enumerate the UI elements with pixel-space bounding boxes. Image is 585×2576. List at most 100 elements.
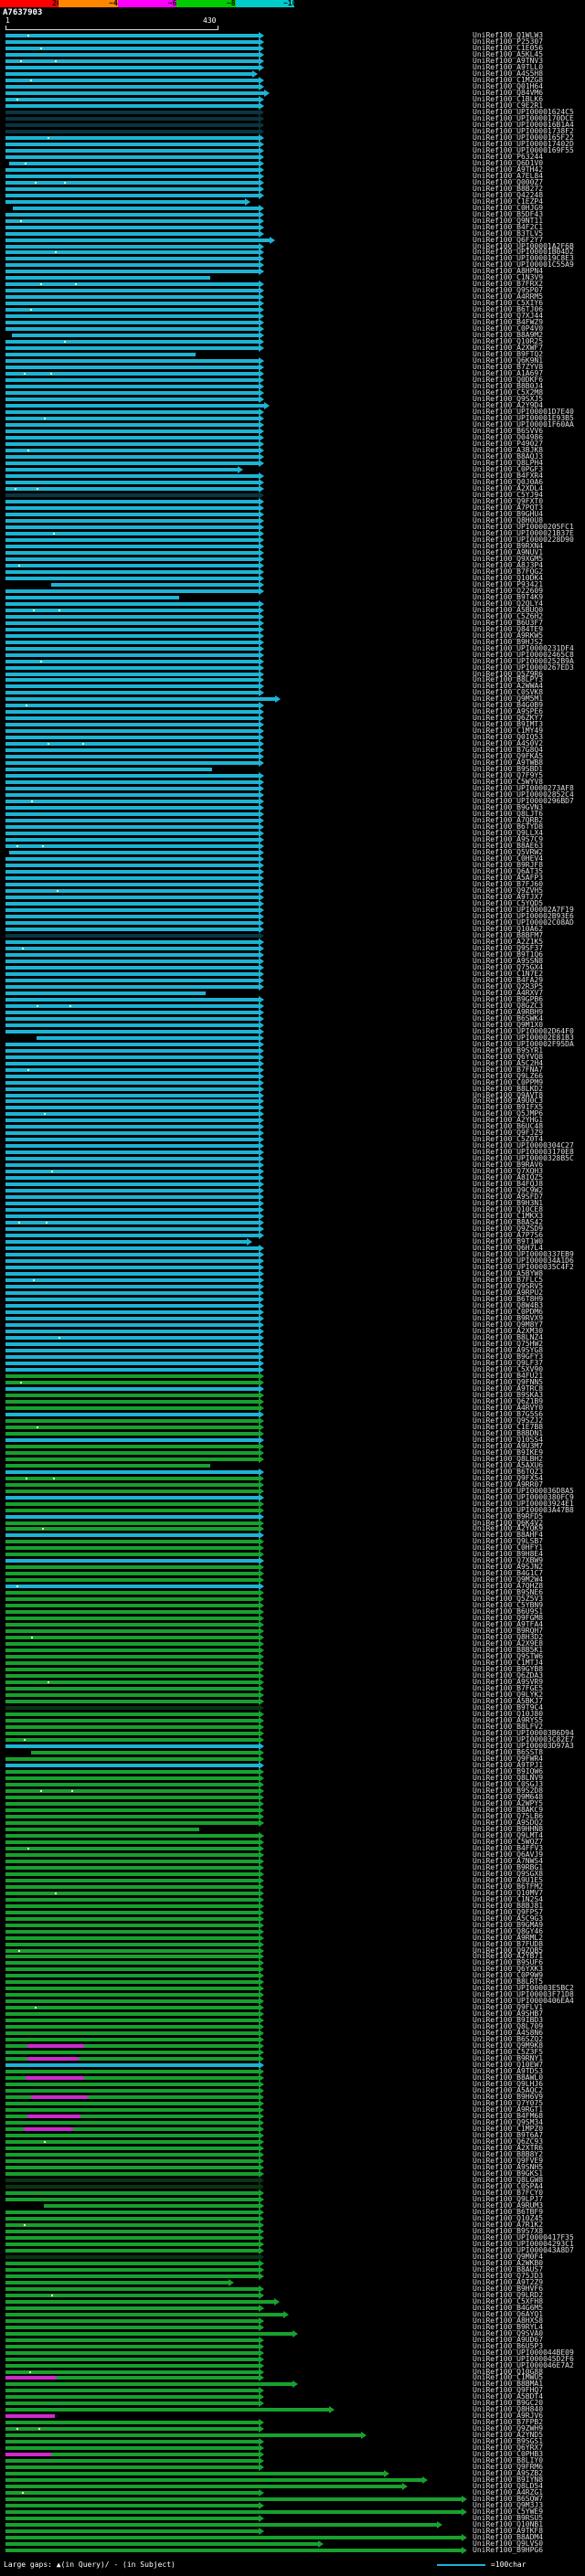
- alignment-bar[interactable]: [5, 1949, 259, 1953]
- alignment-bar[interactable]: [5, 1604, 259, 1607]
- alignment-bar[interactable]: [5, 538, 259, 542]
- alignment-bar[interactable]: [5, 2249, 259, 2253]
- alignment-bar[interactable]: [5, 1157, 259, 1161]
- alignment-bar[interactable]: [5, 91, 264, 95]
- alignment-bar[interactable]: [5, 1310, 259, 1314]
- alignment-bar[interactable]: [5, 998, 259, 1002]
- alignment-bar[interactable]: [5, 1240, 247, 1244]
- alignment-bar[interactable]: [5, 1815, 259, 1818]
- alignment-bar[interactable]: [5, 2108, 259, 2112]
- alignment-bar[interactable]: [5, 72, 252, 76]
- alignment-bar[interactable]: [5, 1227, 259, 1231]
- alignment-bar[interactable]: [13, 207, 259, 210]
- alignment-bar[interactable]: [5, 2523, 437, 2527]
- alignment-bar[interactable]: [5, 596, 179, 599]
- alignment-bar[interactable]: [5, 1272, 259, 1276]
- alignment-bar[interactable]: [5, 684, 259, 688]
- alignment-bar[interactable]: [5, 2332, 292, 2336]
- alignment-bar[interactable]: [5, 1693, 259, 1697]
- alignment-bar[interactable]: [5, 2370, 259, 2374]
- alignment-bar[interactable]: [5, 1930, 259, 1934]
- alignment-bar[interactable]: [5, 1993, 259, 1997]
- alignment-bar[interactable]: [5, 1049, 259, 1053]
- alignment-bar[interactable]: [5, 1234, 259, 1237]
- alignment-bar[interactable]: [5, 2510, 462, 2514]
- alignment-bar[interactable]: [5, 1336, 259, 1340]
- alignment-bar[interactable]: [5, 1304, 259, 1308]
- alignment-bar[interactable]: [5, 2491, 259, 2495]
- alignment-bar[interactable]: [5, 525, 259, 529]
- alignment-bar[interactable]: [5, 1470, 259, 1474]
- alignment-bar[interactable]: [5, 1917, 259, 1921]
- alignment-bar[interactable]: [5, 1642, 259, 1646]
- alignment-bar[interactable]: [5, 1974, 259, 1977]
- alignment-bar[interactable]: [5, 800, 259, 803]
- alignment-bar[interactable]: [5, 1023, 259, 1027]
- alignment-bar[interactable]: [5, 819, 259, 822]
- alignment-bar[interactable]: [5, 634, 259, 638]
- alignment-bar[interactable]: [5, 812, 259, 816]
- alignment-bar[interactable]: [5, 838, 259, 842]
- alignment-bar[interactable]: [5, 691, 259, 694]
- alignment-bar[interactable]: [5, 1004, 259, 1008]
- alignment-bar[interactable]: [5, 2153, 259, 2157]
- alignment-bar[interactable]: [5, 1783, 259, 1786]
- alignment-bar[interactable]: [5, 1732, 259, 1735]
- alignment-bar[interactable]: [5, 1458, 259, 1461]
- alignment-bar[interactable]: [5, 282, 259, 286]
- alignment-bar[interactable]: [5, 1911, 259, 1914]
- alignment-bar[interactable]: [5, 257, 259, 260]
- alignment-bar[interactable]: [5, 2198, 259, 2201]
- alignment-bar[interactable]: [5, 876, 259, 880]
- alignment-bar[interactable]: [5, 270, 259, 273]
- alignment-bar[interactable]: [5, 2223, 259, 2227]
- alignment-bar[interactable]: [5, 1445, 259, 1448]
- alignment-bar[interactable]: [5, 1374, 259, 1378]
- alignment-bar[interactable]: [5, 615, 259, 619]
- alignment-bar[interactable]: [5, 1591, 259, 1595]
- alignment-bar[interactable]: [5, 1298, 259, 1301]
- alignment-bar[interactable]: [5, 1131, 259, 1135]
- alignment-bar-segment[interactable]: [5, 2376, 57, 2380]
- alignment-bar[interactable]: [5, 175, 259, 178]
- alignment-bar[interactable]: [5, 928, 259, 931]
- alignment-bar[interactable]: [5, 947, 259, 950]
- alignment-bar[interactable]: [5, 1821, 259, 1825]
- alignment-bar[interactable]: [5, 1898, 259, 1902]
- alignment-bar[interactable]: [5, 111, 259, 114]
- alignment-bar[interactable]: [5, 385, 259, 388]
- alignment-bar[interactable]: [5, 2338, 259, 2342]
- alignment-bar[interactable]: [5, 1017, 259, 1021]
- alignment-bar[interactable]: [5, 1451, 259, 1455]
- alignment-bar[interactable]: [5, 1943, 259, 1946]
- alignment-bar[interactable]: [5, 1285, 259, 1288]
- alignment-bar-segment[interactable]: [31, 2095, 88, 2099]
- alignment-bar[interactable]: [5, 2358, 259, 2361]
- alignment-bar[interactable]: [5, 825, 259, 829]
- alignment-bar[interactable]: [5, 1081, 259, 1085]
- alignment-bar[interactable]: [5, 1796, 259, 1799]
- alignment-bar[interactable]: [5, 1967, 259, 1971]
- alignment-bar[interactable]: [5, 359, 259, 363]
- alignment-bar[interactable]: [5, 308, 259, 312]
- alignment-bar[interactable]: [5, 59, 259, 63]
- alignment-bar[interactable]: [5, 570, 259, 574]
- alignment-bar[interactable]: [5, 1099, 259, 1103]
- alignment-bar[interactable]: [5, 1432, 259, 1436]
- alignment-bar[interactable]: [5, 985, 259, 989]
- alignment-bar[interactable]: [5, 481, 259, 484]
- alignment-bar[interactable]: [5, 1872, 259, 1876]
- alignment-bar[interactable]: [5, 1578, 259, 1582]
- alignment-bar[interactable]: [5, 1075, 259, 1078]
- alignment-bar[interactable]: [5, 2012, 259, 2016]
- alignment-bar[interactable]: [5, 1214, 259, 1218]
- alignment-bar[interactable]: [5, 1125, 259, 1129]
- alignment-bar[interactable]: [5, 602, 259, 606]
- alignment-bar[interactable]: [5, 2191, 259, 2195]
- alignment-bar[interactable]: [5, 1317, 259, 1320]
- alignment-bar[interactable]: [5, 2019, 259, 2022]
- alignment-bar[interactable]: [5, 289, 259, 292]
- alignment-bar[interactable]: [5, 168, 259, 172]
- alignment-bar[interactable]: [5, 628, 259, 631]
- alignment-bar[interactable]: [5, 1789, 259, 1793]
